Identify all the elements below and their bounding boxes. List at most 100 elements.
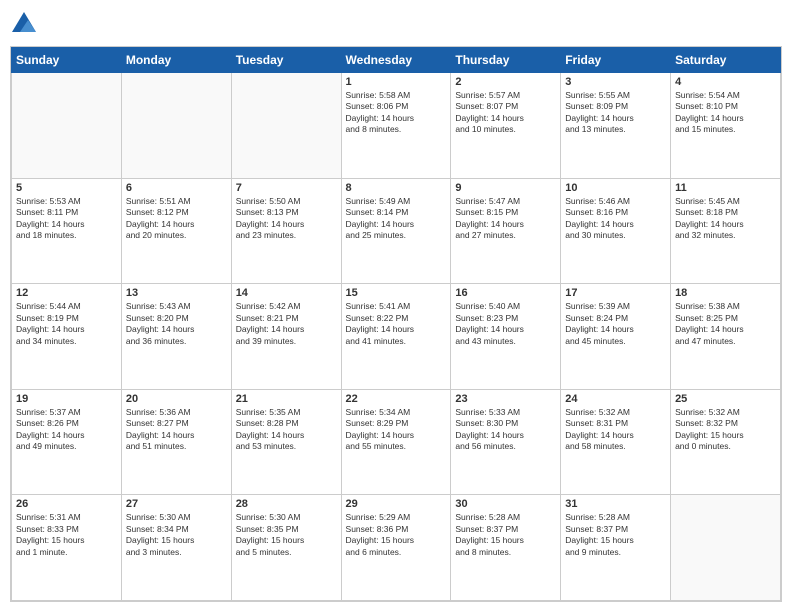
week-row-4: 19 Sunrise: 5:37 AM Sunset: 8:26 PM Dayli… [12,389,781,495]
week-row-1: 1 Sunrise: 5:58 AM Sunset: 8:06 PM Daylig… [12,73,781,179]
day-number: 17 [565,287,666,299]
calendar-cell: 16 Sunrise: 5:40 AM Sunset: 8:23 PM Dayli… [451,284,561,390]
day-number: 14 [236,287,337,299]
day-number: 3 [565,76,666,88]
day-info: Sunrise: 5:39 AM Sunset: 8:24 PM Dayligh… [565,301,666,347]
calendar-cell [12,73,122,179]
header [10,10,782,38]
calendar-cell: 7Sunrise: 5:50 AM Sunset: 8:13 PM Daylig… [231,178,341,284]
day-header-saturday: Saturday [671,48,781,73]
day-number: 18 [675,287,776,299]
calendar-cell: 1 Sunrise: 5:58 AM Sunset: 8:06 PM Daylig… [341,73,451,179]
calendar-cell: 14 Sunrise: 5:42 AM Sunset: 8:21 PM Dayli… [231,284,341,390]
day-info: Sunrise: 5:57 AM Sunset: 8:07 PM Dayligh… [455,90,556,136]
day-info: Sunrise: 5:32 AM Sunset: 8:32 PM Dayligh… [675,407,776,453]
day-number: 4 [675,76,776,88]
day-number: 12 [16,287,117,299]
day-info: Sunrise: 5:44 AM Sunset: 8:19 PM Dayligh… [16,301,117,347]
day-number: 6 [126,182,227,194]
logo [10,10,42,38]
calendar-cell: 28 Sunrise: 5:30 AM Sunset: 8:35 PM Dayli… [231,495,341,601]
calendar-cell: 20Sunrise: 5:36 AM Sunset: 8:27 PM Dayli… [121,389,231,495]
week-row-2: 5 Sunrise: 5:53 AM Sunset: 8:11 PM Daylig… [12,178,781,284]
calendar-cell: 27 Sunrise: 5:30 AM Sunset: 8:34 PM Dayli… [121,495,231,601]
day-info: Sunrise: 5:30 AM Sunset: 8:35 PM Dayligh… [236,512,337,558]
day-number: 24 [565,393,666,405]
calendar-cell: 22 Sunrise: 5:34 AM Sunset: 8:29 PM Dayli… [341,389,451,495]
calendar-cell: 18 Sunrise: 5:38 AM Sunset: 8:25 PM Dayli… [671,284,781,390]
week-row-5: 26 Sunrise: 5:31 AM Sunset: 8:33 PM Dayli… [12,495,781,601]
day-number: 13 [126,287,227,299]
day-number: 16 [455,287,556,299]
day-header-thursday: Thursday [451,48,561,73]
day-info: Sunrise: 5:49 AM Sunset: 8:14 PM Dayligh… [346,196,447,242]
calendar-cell: 21 Sunrise: 5:35 AM Sunset: 8:28 PM Dayli… [231,389,341,495]
calendar-cell: 8 Sunrise: 5:49 AM Sunset: 8:14 PM Daylig… [341,178,451,284]
day-info: Sunrise: 5:34 AM Sunset: 8:29 PM Dayligh… [346,407,447,453]
day-number: 19 [16,393,117,405]
day-info: Sunrise: 5:36 AM Sunset: 8:27 PM Dayligh… [126,407,227,453]
day-info: Sunrise: 5:43 AM Sunset: 8:20 PM Dayligh… [126,301,227,347]
day-info: Sunrise: 5:29 AM Sunset: 8:36 PM Dayligh… [346,512,447,558]
calendar-cell: 12 Sunrise: 5:44 AM Sunset: 8:19 PM Dayli… [12,284,122,390]
day-number: 31 [565,498,666,510]
calendar-cell: 24Sunrise: 5:32 AM Sunset: 8:31 PM Dayli… [561,389,671,495]
day-header-sunday: Sunday [12,48,122,73]
day-number: 1 [346,76,447,88]
day-number: 22 [346,393,447,405]
day-header-friday: Friday [561,48,671,73]
day-number: 9 [455,182,556,194]
day-info: Sunrise: 5:28 AM Sunset: 8:37 PM Dayligh… [565,512,666,558]
header-row: SundayMondayTuesdayWednesdayThursdayFrid… [12,48,781,73]
calendar-cell: 25Sunrise: 5:32 AM Sunset: 8:32 PM Dayli… [671,389,781,495]
day-number: 29 [346,498,447,510]
day-info: Sunrise: 5:51 AM Sunset: 8:12 PM Dayligh… [126,196,227,242]
day-info: Sunrise: 5:47 AM Sunset: 8:15 PM Dayligh… [455,196,556,242]
day-info: Sunrise: 5:40 AM Sunset: 8:23 PM Dayligh… [455,301,556,347]
week-row-3: 12 Sunrise: 5:44 AM Sunset: 8:19 PM Dayli… [12,284,781,390]
day-info: Sunrise: 5:58 AM Sunset: 8:06 PM Dayligh… [346,90,447,136]
calendar-cell: 29 Sunrise: 5:29 AM Sunset: 8:36 PM Dayli… [341,495,451,601]
day-info: Sunrise: 5:55 AM Sunset: 8:09 PM Dayligh… [565,90,666,136]
day-info: Sunrise: 5:31 AM Sunset: 8:33 PM Dayligh… [16,512,117,558]
calendar-cell: 31 Sunrise: 5:28 AM Sunset: 8:37 PM Dayli… [561,495,671,601]
day-info: Sunrise: 5:54 AM Sunset: 8:10 PM Dayligh… [675,90,776,136]
day-info: Sunrise: 5:41 AM Sunset: 8:22 PM Dayligh… [346,301,447,347]
calendar-cell: 9 Sunrise: 5:47 AM Sunset: 8:15 PM Daylig… [451,178,561,284]
day-number: 27 [126,498,227,510]
calendar-cell: 15 Sunrise: 5:41 AM Sunset: 8:22 PM Dayli… [341,284,451,390]
calendar-cell: 13 Sunrise: 5:43 AM Sunset: 8:20 PM Dayli… [121,284,231,390]
calendar-header: SundayMondayTuesdayWednesdayThursdayFrid… [12,48,781,73]
calendar-cell [121,73,231,179]
day-number: 23 [455,393,556,405]
day-number: 11 [675,182,776,194]
calendar-cell: 5 Sunrise: 5:53 AM Sunset: 8:11 PM Daylig… [12,178,122,284]
calendar-cell: 2Sunrise: 5:57 AM Sunset: 8:07 PM Daylig… [451,73,561,179]
day-info: Sunrise: 5:38 AM Sunset: 8:25 PM Dayligh… [675,301,776,347]
day-info: Sunrise: 5:42 AM Sunset: 8:21 PM Dayligh… [236,301,337,347]
day-info: Sunrise: 5:30 AM Sunset: 8:34 PM Dayligh… [126,512,227,558]
calendar: SundayMondayTuesdayWednesdayThursdayFrid… [10,46,782,602]
day-info: Sunrise: 5:53 AM Sunset: 8:11 PM Dayligh… [16,196,117,242]
calendar-cell: 23 Sunrise: 5:33 AM Sunset: 8:30 PM Dayli… [451,389,561,495]
day-number: 7 [236,182,337,194]
day-header-tuesday: Tuesday [231,48,341,73]
logo-icon [10,10,38,38]
calendar-cell: 10Sunrise: 5:46 AM Sunset: 8:16 PM Dayli… [561,178,671,284]
day-number: 15 [346,287,447,299]
day-info: Sunrise: 5:37 AM Sunset: 8:26 PM Dayligh… [16,407,117,453]
day-info: Sunrise: 5:45 AM Sunset: 8:18 PM Dayligh… [675,196,776,242]
day-number: 8 [346,182,447,194]
day-info: Sunrise: 5:28 AM Sunset: 8:37 PM Dayligh… [455,512,556,558]
calendar-cell: 3 Sunrise: 5:55 AM Sunset: 8:09 PM Daylig… [561,73,671,179]
day-number: 5 [16,182,117,194]
day-info: Sunrise: 5:35 AM Sunset: 8:28 PM Dayligh… [236,407,337,453]
day-number: 30 [455,498,556,510]
day-number: 28 [236,498,337,510]
day-number: 21 [236,393,337,405]
day-info: Sunrise: 5:33 AM Sunset: 8:30 PM Dayligh… [455,407,556,453]
calendar-cell: 11 Sunrise: 5:45 AM Sunset: 8:18 PM Dayli… [671,178,781,284]
day-number: 10 [565,182,666,194]
calendar-cell: 17 Sunrise: 5:39 AM Sunset: 8:24 PM Dayli… [561,284,671,390]
day-number: 26 [16,498,117,510]
